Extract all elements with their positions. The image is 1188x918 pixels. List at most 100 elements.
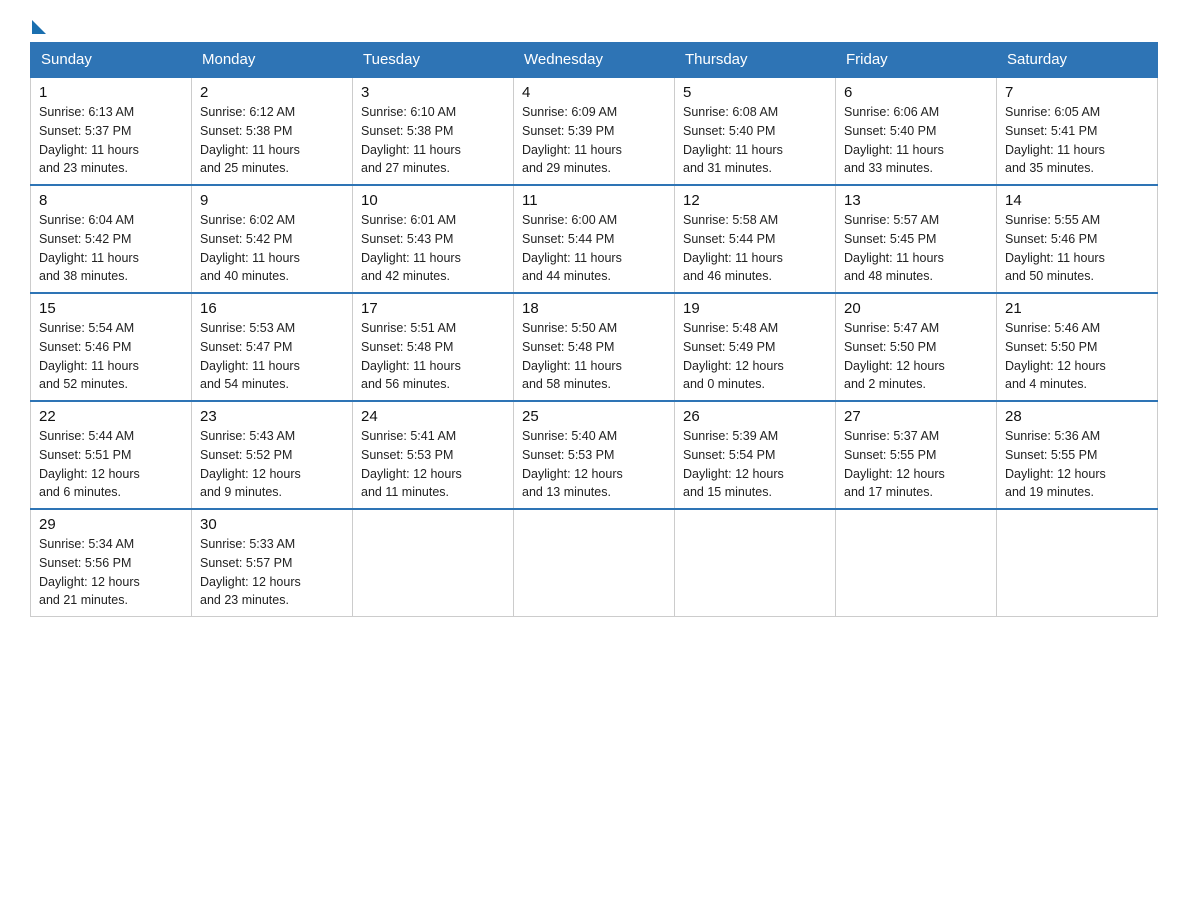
day-of-week-header: Saturday [997,43,1158,78]
day-info: Sunrise: 5:39 AM Sunset: 5:54 PM Dayligh… [683,427,827,502]
calendar-day-cell [514,509,675,617]
day-info: Sunrise: 5:37 AM Sunset: 5:55 PM Dayligh… [844,427,988,502]
day-info: Sunrise: 5:58 AM Sunset: 5:44 PM Dayligh… [683,211,827,286]
day-info: Sunrise: 5:55 AM Sunset: 5:46 PM Dayligh… [1005,211,1149,286]
day-info: Sunrise: 6:02 AM Sunset: 5:42 PM Dayligh… [200,211,344,286]
day-info: Sunrise: 5:57 AM Sunset: 5:45 PM Dayligh… [844,211,988,286]
day-number: 9 [200,192,344,209]
calendar-day-cell: 17 Sunrise: 5:51 AM Sunset: 5:48 PM Dayl… [353,293,514,401]
calendar-week-row: 15 Sunrise: 5:54 AM Sunset: 5:46 PM Dayl… [31,293,1158,401]
day-info: Sunrise: 5:41 AM Sunset: 5:53 PM Dayligh… [361,427,505,502]
day-info: Sunrise: 5:54 AM Sunset: 5:46 PM Dayligh… [39,319,183,394]
day-number: 27 [844,408,988,425]
calendar-day-cell: 21 Sunrise: 5:46 AM Sunset: 5:50 PM Dayl… [997,293,1158,401]
day-number: 2 [200,84,344,101]
day-number: 6 [844,84,988,101]
day-of-week-header: Sunday [31,43,192,78]
calendar-week-row: 29 Sunrise: 5:34 AM Sunset: 5:56 PM Dayl… [31,509,1158,617]
calendar-day-cell: 3 Sunrise: 6:10 AM Sunset: 5:38 PM Dayli… [353,77,514,185]
day-info: Sunrise: 5:40 AM Sunset: 5:53 PM Dayligh… [522,427,666,502]
calendar-day-cell: 13 Sunrise: 5:57 AM Sunset: 5:45 PM Dayl… [836,185,997,293]
day-info: Sunrise: 5:34 AM Sunset: 5:56 PM Dayligh… [39,535,183,610]
calendar-day-cell: 22 Sunrise: 5:44 AM Sunset: 5:51 PM Dayl… [31,401,192,509]
calendar-day-cell: 28 Sunrise: 5:36 AM Sunset: 5:55 PM Dayl… [997,401,1158,509]
day-number: 24 [361,408,505,425]
day-info: Sunrise: 5:47 AM Sunset: 5:50 PM Dayligh… [844,319,988,394]
day-number: 5 [683,84,827,101]
calendar-day-cell: 8 Sunrise: 6:04 AM Sunset: 5:42 PM Dayli… [31,185,192,293]
day-number: 30 [200,516,344,533]
calendar-day-cell: 7 Sunrise: 6:05 AM Sunset: 5:41 PM Dayli… [997,77,1158,185]
day-info: Sunrise: 6:00 AM Sunset: 5:44 PM Dayligh… [522,211,666,286]
calendar-day-cell: 4 Sunrise: 6:09 AM Sunset: 5:39 PM Dayli… [514,77,675,185]
calendar-day-cell: 16 Sunrise: 5:53 AM Sunset: 5:47 PM Dayl… [192,293,353,401]
day-info: Sunrise: 5:33 AM Sunset: 5:57 PM Dayligh… [200,535,344,610]
day-number: 23 [200,408,344,425]
day-number: 29 [39,516,183,533]
day-number: 28 [1005,408,1149,425]
calendar-week-row: 1 Sunrise: 6:13 AM Sunset: 5:37 PM Dayli… [31,77,1158,185]
calendar-day-cell: 20 Sunrise: 5:47 AM Sunset: 5:50 PM Dayl… [836,293,997,401]
day-number: 16 [200,300,344,317]
day-info: Sunrise: 6:08 AM Sunset: 5:40 PM Dayligh… [683,103,827,178]
calendar-day-cell [997,509,1158,617]
calendar-day-cell: 12 Sunrise: 5:58 AM Sunset: 5:44 PM Dayl… [675,185,836,293]
calendar-day-cell: 9 Sunrise: 6:02 AM Sunset: 5:42 PM Dayli… [192,185,353,293]
day-info: Sunrise: 5:36 AM Sunset: 5:55 PM Dayligh… [1005,427,1149,502]
day-info: Sunrise: 6:13 AM Sunset: 5:37 PM Dayligh… [39,103,183,178]
calendar-week-row: 22 Sunrise: 5:44 AM Sunset: 5:51 PM Dayl… [31,401,1158,509]
calendar-day-cell: 29 Sunrise: 5:34 AM Sunset: 5:56 PM Dayl… [31,509,192,617]
day-of-week-header: Thursday [675,43,836,78]
day-number: 13 [844,192,988,209]
day-number: 14 [1005,192,1149,209]
logo [30,20,46,32]
day-info: Sunrise: 5:53 AM Sunset: 5:47 PM Dayligh… [200,319,344,394]
calendar-day-cell: 6 Sunrise: 6:06 AM Sunset: 5:40 PM Dayli… [836,77,997,185]
calendar-day-cell: 27 Sunrise: 5:37 AM Sunset: 5:55 PM Dayl… [836,401,997,509]
day-number: 7 [1005,84,1149,101]
day-of-week-header: Friday [836,43,997,78]
calendar-day-cell: 25 Sunrise: 5:40 AM Sunset: 5:53 PM Dayl… [514,401,675,509]
calendar-day-cell: 19 Sunrise: 5:48 AM Sunset: 5:49 PM Dayl… [675,293,836,401]
day-number: 15 [39,300,183,317]
calendar-day-cell: 1 Sunrise: 6:13 AM Sunset: 5:37 PM Dayli… [31,77,192,185]
day-number: 17 [361,300,505,317]
calendar-day-cell: 15 Sunrise: 5:54 AM Sunset: 5:46 PM Dayl… [31,293,192,401]
calendar-day-cell: 23 Sunrise: 5:43 AM Sunset: 5:52 PM Dayl… [192,401,353,509]
day-info: Sunrise: 5:50 AM Sunset: 5:48 PM Dayligh… [522,319,666,394]
day-number: 26 [683,408,827,425]
day-info: Sunrise: 6:10 AM Sunset: 5:38 PM Dayligh… [361,103,505,178]
calendar-day-cell: 10 Sunrise: 6:01 AM Sunset: 5:43 PM Dayl… [353,185,514,293]
day-info: Sunrise: 5:43 AM Sunset: 5:52 PM Dayligh… [200,427,344,502]
day-number: 10 [361,192,505,209]
day-info: Sunrise: 5:48 AM Sunset: 5:49 PM Dayligh… [683,319,827,394]
calendar-day-cell: 30 Sunrise: 5:33 AM Sunset: 5:57 PM Dayl… [192,509,353,617]
day-number: 8 [39,192,183,209]
day-number: 4 [522,84,666,101]
day-info: Sunrise: 6:12 AM Sunset: 5:38 PM Dayligh… [200,103,344,178]
day-info: Sunrise: 6:09 AM Sunset: 5:39 PM Dayligh… [522,103,666,178]
logo-arrow-icon [32,20,46,34]
calendar-day-cell: 5 Sunrise: 6:08 AM Sunset: 5:40 PM Dayli… [675,77,836,185]
calendar-day-cell: 2 Sunrise: 6:12 AM Sunset: 5:38 PM Dayli… [192,77,353,185]
day-of-week-header: Monday [192,43,353,78]
day-number: 1 [39,84,183,101]
day-number: 22 [39,408,183,425]
day-number: 20 [844,300,988,317]
day-number: 3 [361,84,505,101]
day-number: 25 [522,408,666,425]
calendar-day-cell [836,509,997,617]
day-info: Sunrise: 6:04 AM Sunset: 5:42 PM Dayligh… [39,211,183,286]
calendar-header-row: SundayMondayTuesdayWednesdayThursdayFrid… [31,43,1158,78]
calendar-table: SundayMondayTuesdayWednesdayThursdayFrid… [30,42,1158,617]
day-info: Sunrise: 5:44 AM Sunset: 5:51 PM Dayligh… [39,427,183,502]
calendar-day-cell: 11 Sunrise: 6:00 AM Sunset: 5:44 PM Dayl… [514,185,675,293]
day-number: 18 [522,300,666,317]
page-header [30,20,1158,32]
day-of-week-header: Tuesday [353,43,514,78]
day-info: Sunrise: 5:51 AM Sunset: 5:48 PM Dayligh… [361,319,505,394]
calendar-week-row: 8 Sunrise: 6:04 AM Sunset: 5:42 PM Dayli… [31,185,1158,293]
calendar-day-cell: 18 Sunrise: 5:50 AM Sunset: 5:48 PM Dayl… [514,293,675,401]
day-info: Sunrise: 6:01 AM Sunset: 5:43 PM Dayligh… [361,211,505,286]
calendar-day-cell: 14 Sunrise: 5:55 AM Sunset: 5:46 PM Dayl… [997,185,1158,293]
